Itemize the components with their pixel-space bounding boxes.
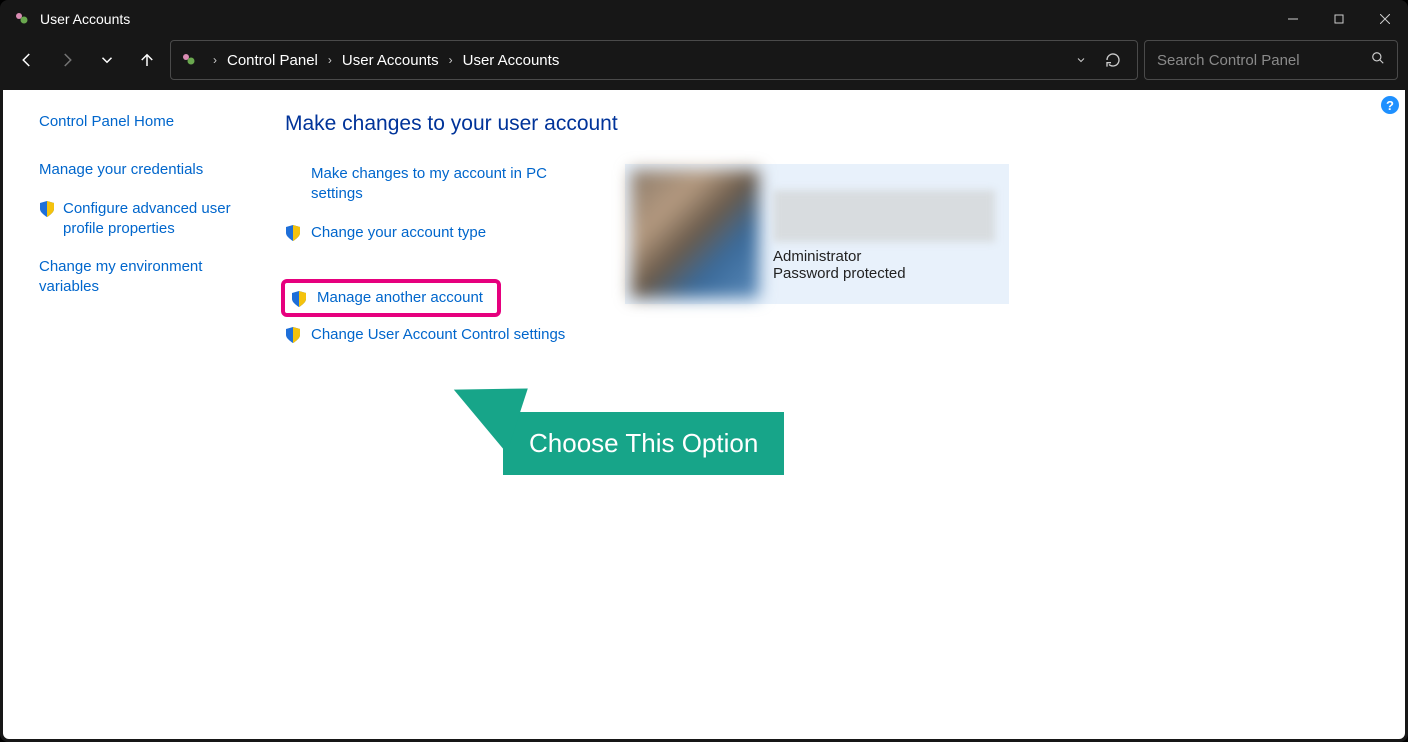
sidebar-link-advanced-profile[interactable]: Configure advanced user profile properti… (63, 199, 243, 240)
sidebar: Control Panel Home Manage your credentia… (3, 90, 261, 739)
uac-shield-icon (285, 225, 301, 241)
annotation-callout: Choose This Option (503, 412, 784, 475)
window-title: User Accounts (40, 11, 1270, 27)
control-panel-home-link[interactable]: Control Panel Home (39, 112, 243, 132)
uac-settings-link[interactable]: Change User Account Control settings (311, 325, 565, 345)
account-protection: Password protected (773, 265, 995, 282)
breadcrumb-item[interactable]: User Accounts (463, 52, 560, 69)
account-name-redacted (773, 190, 995, 242)
avatar (631, 170, 759, 298)
page-heading: Make changes to your user account (285, 112, 1365, 136)
sidebar-link-env-vars[interactable]: Change my environment variables (39, 257, 243, 298)
address-dropdown-button[interactable] (1067, 54, 1095, 66)
search-icon[interactable] (1371, 51, 1385, 69)
forward-button[interactable] (50, 43, 84, 77)
manage-another-account-link[interactable]: Manage another account (317, 289, 483, 306)
recent-locations-button[interactable] (90, 43, 124, 77)
user-accounts-icon (14, 11, 30, 27)
address-bar[interactable]: › Control Panel › User Accounts › User A… (170, 40, 1138, 80)
refresh-button[interactable] (1099, 52, 1127, 68)
account-card[interactable]: Administrator Password protected (625, 164, 1009, 304)
search-box[interactable] (1144, 40, 1398, 80)
search-input[interactable] (1157, 52, 1371, 69)
chevron-right-icon[interactable]: › (449, 53, 453, 67)
navbar: › Control Panel › User Accounts › User A… (0, 38, 1408, 90)
user-accounts-icon (181, 52, 197, 68)
chevron-right-icon[interactable]: › (328, 53, 332, 67)
titlebar: User Accounts (0, 0, 1408, 38)
main-panel: Make changes to your user account Make c… (261, 90, 1405, 739)
uac-shield-icon (291, 291, 307, 307)
callout-text: Choose This Option (529, 428, 758, 458)
minimize-button[interactable] (1270, 0, 1316, 38)
close-button[interactable] (1362, 0, 1408, 38)
breadcrumb-item[interactable]: User Accounts (342, 52, 439, 69)
breadcrumb-item[interactable]: Control Panel (227, 52, 318, 69)
up-button[interactable] (130, 43, 164, 77)
uac-shield-icon (39, 201, 55, 217)
account-role: Administrator (773, 248, 995, 265)
pc-settings-link[interactable]: Make changes to my account in PC setting… (311, 164, 585, 205)
back-button[interactable] (10, 43, 44, 77)
sidebar-link-credentials[interactable]: Manage your credentials (39, 160, 243, 180)
chevron-right-icon[interactable]: › (213, 53, 217, 67)
change-account-type-link[interactable]: Change your account type (311, 223, 486, 243)
uac-shield-icon (285, 327, 301, 343)
highlighted-option: Manage another account (281, 279, 501, 317)
maximize-button[interactable] (1316, 0, 1362, 38)
